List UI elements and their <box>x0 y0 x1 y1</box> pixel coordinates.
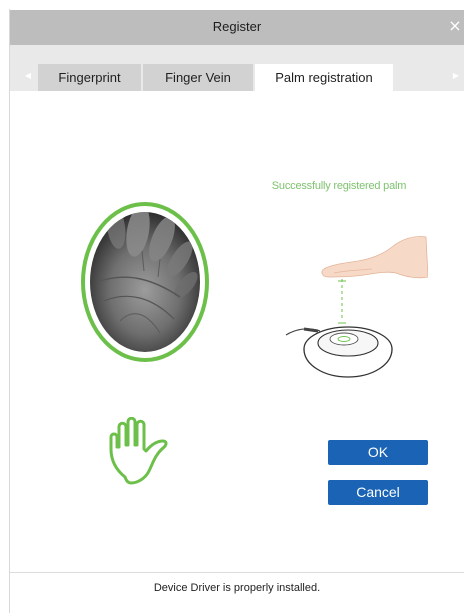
hand-icon <box>109 417 168 485</box>
title-bar[interactable]: Register × <box>10 10 464 45</box>
ok-button[interactable]: OK <box>328 440 428 465</box>
footer-divider <box>10 572 464 573</box>
close-icon[interactable]: × <box>448 16 462 36</box>
tab-scroll-right-icon[interactable]: ▶ <box>446 64 464 88</box>
dialog-title: Register <box>212 19 262 34</box>
tab-bar: ◀ Fingerprint Finger Vein Palm registrat… <box>10 45 464 91</box>
register-dialog: Register × ◀ Fingerprint Finger Vein Pal… <box>10 10 464 613</box>
palm-registration-panel: Successfully registered palm OK Cancel D… <box>10 91 464 613</box>
tab-finger-vein[interactable]: Finger Vein <box>143 64 253 91</box>
palm-scan-image <box>81 202 209 362</box>
tab-fingerprint[interactable]: Fingerprint <box>38 64 141 91</box>
driver-status-text: Device Driver is properly installed. <box>153 582 321 594</box>
tab-scroll-left-icon[interactable]: ◀ <box>18 64 38 88</box>
registration-status-message: Successfully registered palm <box>271 180 407 192</box>
cancel-button[interactable]: Cancel <box>328 480 428 505</box>
palm-device-illustration <box>285 236 428 378</box>
tab-palm-registration[interactable]: Palm registration <box>255 64 393 91</box>
